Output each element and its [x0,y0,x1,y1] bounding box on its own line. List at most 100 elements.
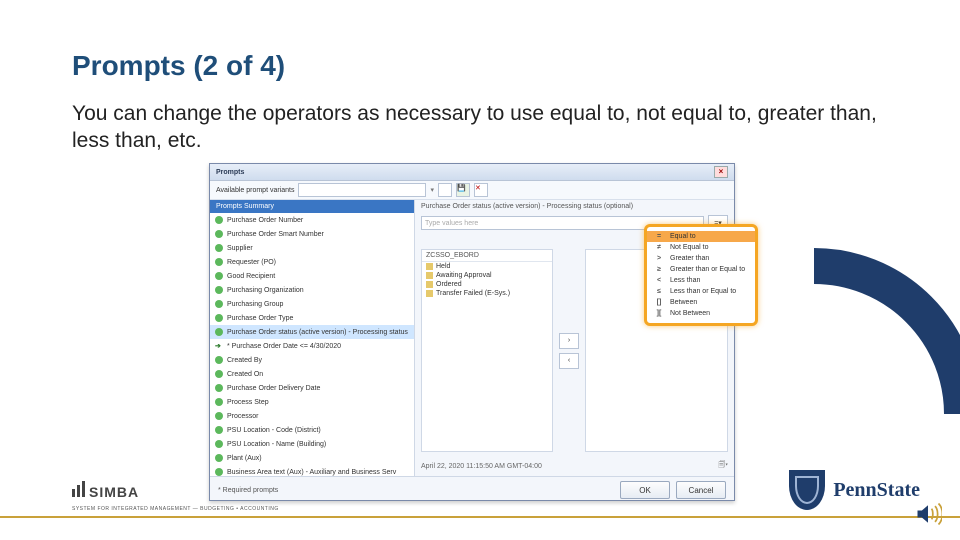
operator-symbol: ≠ [653,244,665,251]
prompt-list-item[interactable]: Processor [210,409,414,423]
operator-option[interactable]: ≠ Not Equal to [647,242,755,253]
variants-input[interactable] [298,183,426,197]
operator-option[interactable]: >Greater than [647,253,755,264]
pennstate-logo: PennState [789,470,920,510]
prompt-item-label: Purchase Order Smart Number [227,231,324,238]
toolbar-icon-1[interactable] [438,183,452,197]
operator-option[interactable]: ≥Greater than or Equal to [647,264,755,275]
operator-symbol: = [653,233,665,240]
operator-option[interactable]: ][ Not Between [647,308,755,319]
check-icon [215,426,223,434]
operator-symbol: ][ [653,310,665,317]
prompt-item-label: Purchase Order Delivery Date [227,385,320,392]
prompt-list-item[interactable]: Process Step [210,395,414,409]
add-value-button[interactable]: › [559,333,579,349]
remove-value-button[interactable]: ‹ [559,353,579,369]
slide-title: Prompts (2 of 4) [72,50,285,82]
prompt-item-label: Purchase Order Number [227,217,303,224]
check-icon [215,328,223,336]
operator-label: Not Equal to [670,244,709,251]
prompt-item-label: PSU Location - Name (Building) [227,441,326,448]
prompts-dialog: Prompts × Available prompt variants ▾ 💾 … [209,163,735,501]
value-label: Transfer Failed (E-Sys.) [436,290,510,297]
check-icon [215,258,223,266]
value-list-item[interactable]: Awaiting Approval [422,271,552,280]
check-icon [215,412,223,420]
simba-subtitle: SYSTEM FOR INTEGRATED MANAGEMENT — BUDGE… [72,506,279,512]
arrow-icon: ➔ [215,342,223,350]
check-icon [215,300,223,308]
prompt-list-item[interactable]: Purchase Order Type [210,311,414,325]
prompt-item-label: Good Recipient [227,273,275,280]
value-list-item[interactable]: Held [422,262,552,271]
prompt-item-label: * Purchase Order Date <= 4/30/2020 [227,343,341,350]
shield-icon [789,470,825,510]
operator-label: Greater than or Equal to [670,266,745,273]
operator-option[interactable]: [] Between [647,297,755,308]
operator-label: Between [670,299,697,306]
check-icon [215,356,223,364]
value-box-icon [426,263,433,270]
prompts-list: Purchase Order Number Purchase Order Smar… [210,213,414,476]
required-note: * Required prompts [218,487,278,494]
prompt-item-label: Created On [227,371,263,378]
prompt-list-item[interactable]: Purchase Order Delivery Date [210,381,414,395]
value-box-icon [426,281,433,288]
value-list-item[interactable]: Ordered [422,280,552,289]
simba-logo: SIMBA [72,481,139,500]
prompt-item-label: Purchase Order Type [227,315,293,322]
prompt-list-item[interactable]: ➔ * Purchase Order Date <= 4/30/2020 [210,339,414,353]
prompt-list-item[interactable]: Requester (PO) [210,255,414,269]
cancel-button[interactable]: Cancel [676,481,726,499]
value-box-icon [426,272,433,279]
operator-option[interactable]: ≤Less than or Equal to [647,286,755,297]
prompt-list-item[interactable]: Purchase Order Smart Number [210,227,414,241]
prompt-item-label: PSU Location - Code (District) [227,427,321,434]
prompt-item-label: Processor [227,413,259,420]
prompt-list-item[interactable]: Created On [210,367,414,381]
operator-option[interactable]: <Less than [647,275,755,286]
toolbar-save-icon[interactable]: 💾 [456,183,470,197]
operator-label: Less than or Equal to [670,288,736,295]
operator-symbol: [] [653,299,665,306]
prompt-detail-header: Purchase Order status (active version) -… [415,200,734,213]
prompt-list-item[interactable]: PSU Location - Name (Building) [210,437,414,451]
dialog-title: Prompts [216,169,244,176]
check-icon [215,440,223,448]
prompt-item-label: Purchasing Group [227,301,283,308]
prompt-list-item[interactable]: Purchase Order Number [210,213,414,227]
value-label: Awaiting Approval [436,272,492,279]
prompt-list-item[interactable]: PSU Location - Code (District) [210,423,414,437]
prompt-list-item[interactable]: Purchase Order status (active version) -… [210,325,414,339]
prompt-list-item[interactable]: Business Area text (Aux) - Auxiliary and… [210,465,414,476]
prompt-list-item[interactable]: Good Recipient [210,269,414,283]
operator-label: Not Between [670,310,710,317]
dialog-close-button[interactable]: × [714,166,728,178]
prompt-list-item[interactable]: Supplier [210,241,414,255]
check-icon [215,216,223,224]
prompt-item-label: Business Area text (Aux) - Auxiliary and… [227,469,396,476]
check-icon [215,286,223,294]
operator-option[interactable]: =Equal to [647,231,755,242]
toolbar-delete-icon[interactable]: ✕ [474,183,488,197]
value-list-item[interactable]: Transfer Failed (E-Sys.) [422,289,552,298]
check-icon [215,398,223,406]
prompt-item-label: Purchasing Organization [227,287,304,294]
enter-pattern-icon[interactable]: 🗐▾ [718,461,728,472]
check-icon [215,244,223,252]
operator-label: Less than [670,277,700,284]
check-icon [215,384,223,392]
prompt-item-label: Supplier [227,245,253,252]
check-icon [215,468,223,476]
slide-body: You can change the operators as necessar… [72,100,892,155]
prompt-item-label: Requester (PO) [227,259,276,266]
operator-popover: =Equal to ≠ Not Equal to >Greater than≥Grea… [644,224,758,326]
ok-button[interactable]: OK [620,481,670,499]
prompts-summary-header: Prompts Summary [210,200,414,213]
prompt-list-item[interactable]: Plant (Aux) [210,451,414,465]
prompt-list-item[interactable]: Purchasing Organization [210,283,414,297]
gold-divider [0,516,960,518]
date-footer: April 22, 2020 11:15:50 AM GMT-04:00 [421,463,542,470]
prompt-list-item[interactable]: Created By [210,353,414,367]
prompt-list-item[interactable]: Purchasing Group [210,297,414,311]
